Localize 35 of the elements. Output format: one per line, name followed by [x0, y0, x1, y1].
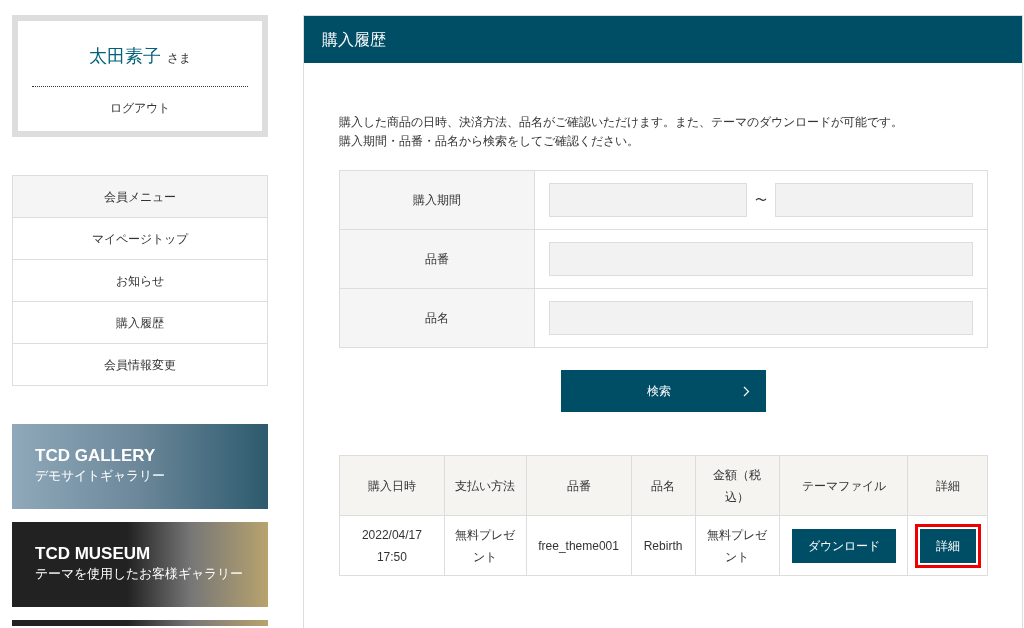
download-button[interactable]: ダウンロード — [791, 528, 896, 563]
field-label: 購入期間 — [339, 170, 535, 230]
column-header: 品名 — [631, 455, 695, 516]
banner-subtitle: デモサイトギャラリー — [35, 467, 166, 486]
detail-button[interactable]: 詳細 — [919, 528, 976, 563]
field-label: 品番 — [339, 229, 535, 289]
menu-item[interactable]: 購入履歴 — [13, 301, 267, 343]
column-header: 支払い方法 — [444, 455, 527, 516]
table-cell: 無料プレゼント — [444, 515, 527, 576]
column-header: 品番 — [526, 455, 632, 516]
search-button[interactable]: 検索 — [560, 370, 766, 412]
banner-title: TCD MUSEUM — [35, 544, 152, 565]
table-cell: free_theme001 — [526, 515, 632, 576]
table-cell: 2022/04/17 17:50 — [339, 515, 445, 576]
range-separator: 〜 — [755, 192, 767, 209]
column-header: テーマファイル — [779, 455, 908, 516]
user-name: 太田素子 — [89, 46, 161, 66]
menu-item[interactable]: お知らせ — [13, 259, 267, 301]
column-header: 購入日時 — [339, 455, 445, 516]
menu-item[interactable]: 会員情報変更 — [13, 343, 267, 385]
logout-link[interactable]: ログアウト — [110, 95, 170, 121]
panel-title: 購入履歴 — [322, 29, 386, 50]
table-cell: 無料プレゼント — [695, 515, 780, 576]
banner-subtitle: テーマを使用したお客様ギャラリー — [35, 565, 244, 584]
column-header: 詳細 — [907, 455, 988, 516]
menu-item[interactable]: マイページトップ — [13, 217, 267, 259]
honorific: さま — [167, 51, 191, 65]
banner-title: TCD GALLERY — [35, 446, 157, 467]
field-label: 品名 — [339, 288, 535, 348]
column-header: 金額（税込） — [695, 455, 780, 516]
menu-heading: 会員メニュー — [13, 176, 267, 217]
banner[interactable]: TCD MUSEUM テーマを使用したお客様ギャラリー — [12, 522, 268, 607]
table-cell: Rebirth — [631, 515, 695, 576]
intro-text: 購入期間・品番・品名から検索をしてご確認ください。 — [339, 133, 640, 150]
intro-text: 購入した商品の日時、決済方法、品名がご確認いただけます。また、テーマのダウンロードが可能です。 — [339, 114, 904, 131]
